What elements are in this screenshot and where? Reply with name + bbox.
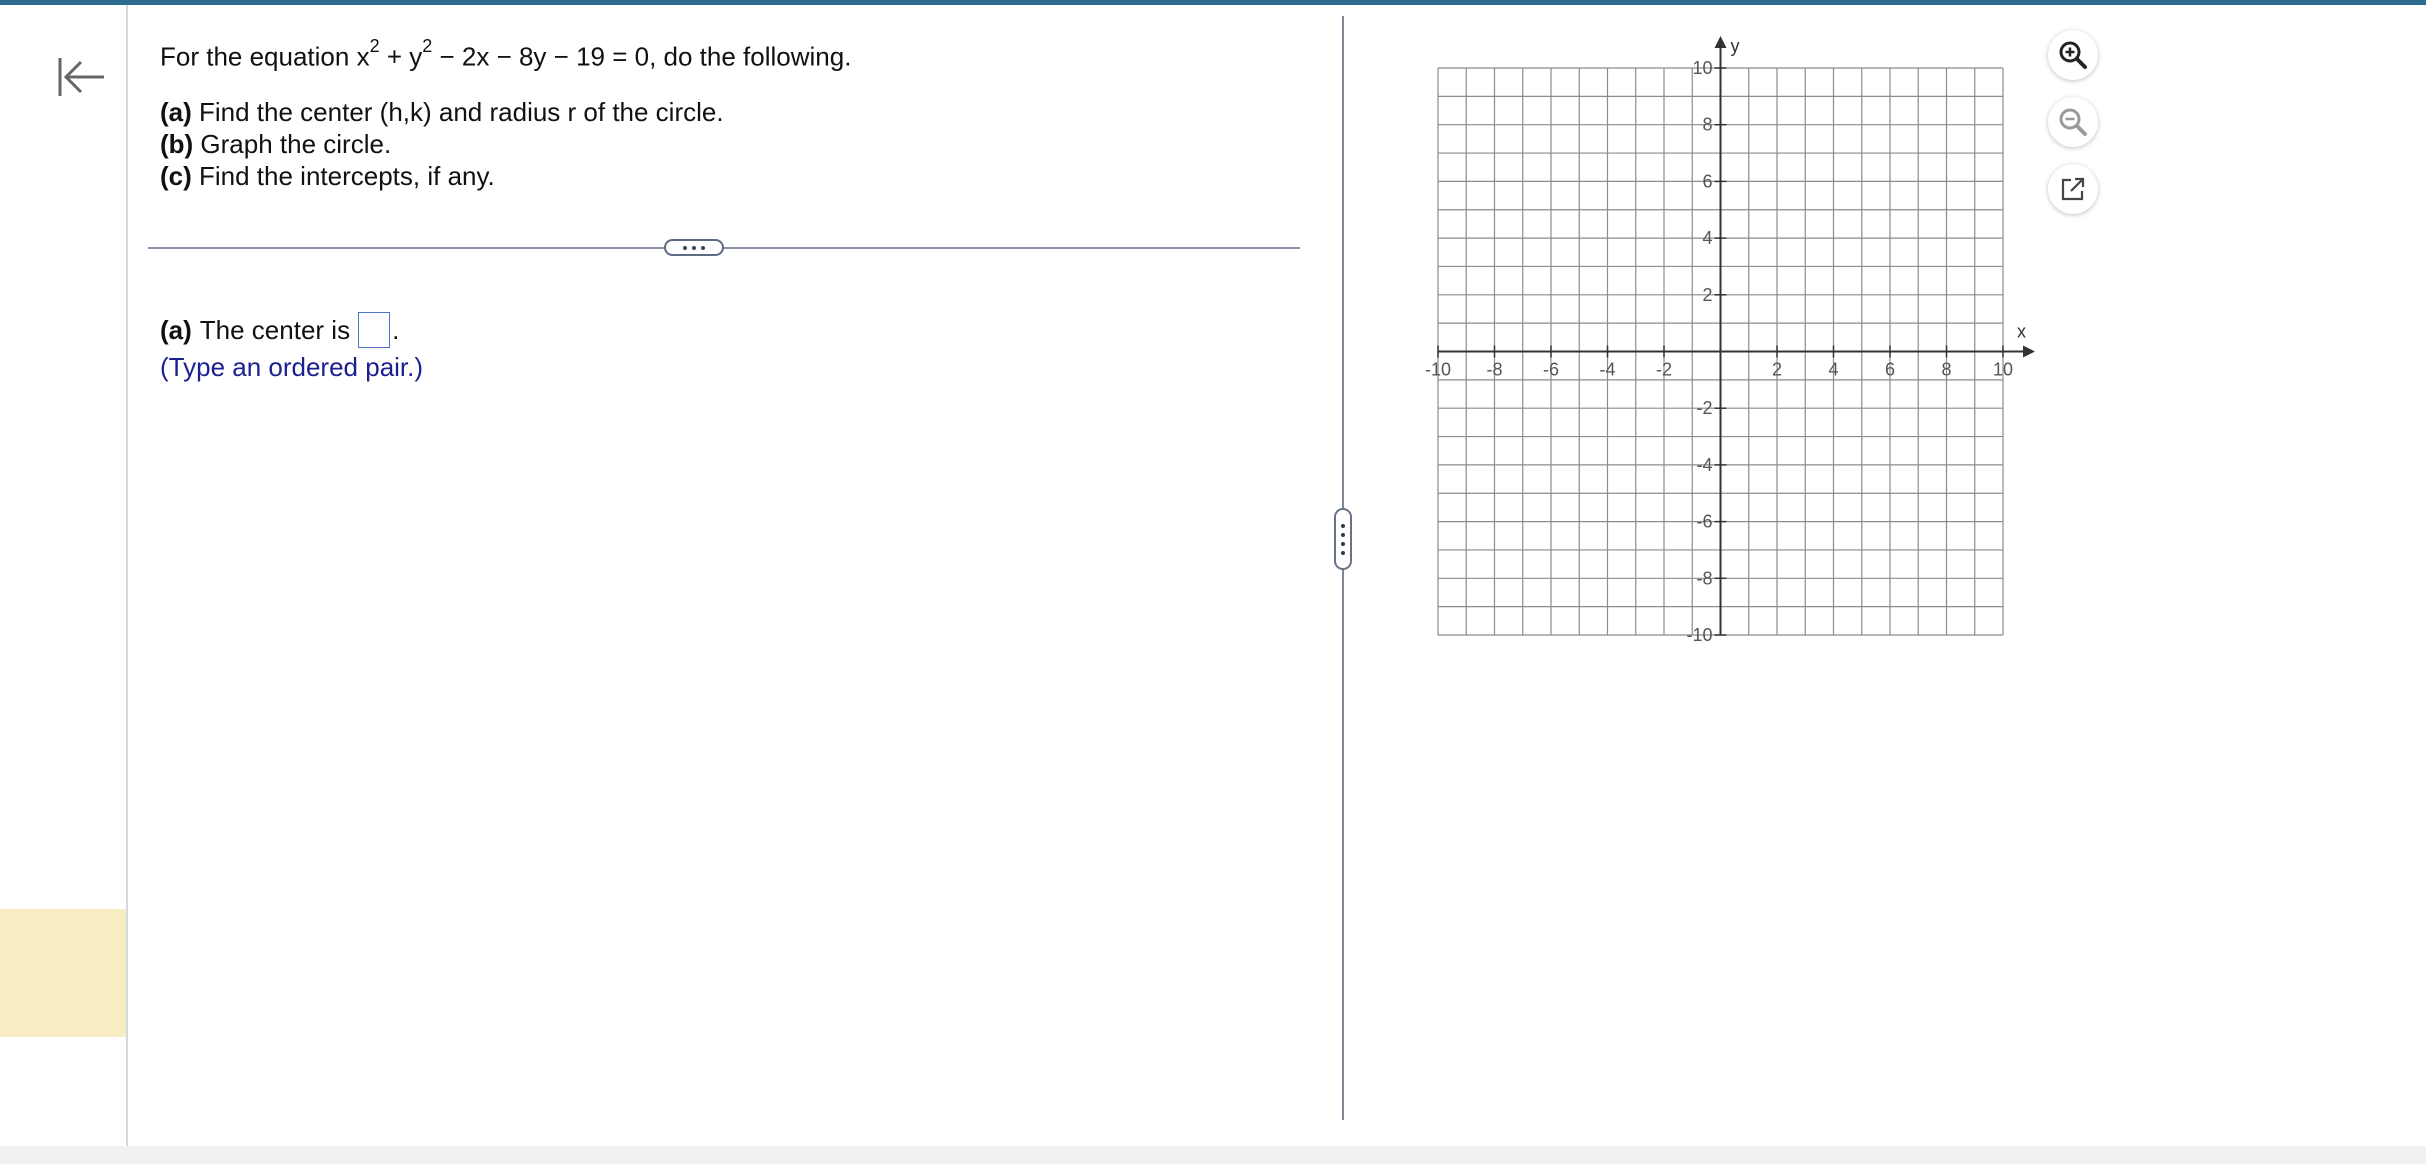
- question-mid: + y: [379, 41, 423, 72]
- zoom-out-button[interactable]: [2048, 97, 2098, 147]
- expand-more-button[interactable]: [664, 239, 724, 256]
- answer-period: .: [392, 315, 400, 345]
- x-tick-label: 2: [1772, 360, 1782, 380]
- part-b: (b) Graph the circle.: [160, 128, 724, 160]
- x-tick-label: 6: [1885, 360, 1895, 380]
- part-c: (c) Find the intercepts, if any.: [160, 160, 724, 192]
- y-tick-label: -2: [1696, 398, 1712, 418]
- left-rail: [0, 5, 128, 1146]
- zoom-in-button[interactable]: [2048, 30, 2098, 80]
- y-tick-label: 8: [1702, 115, 1712, 135]
- y-tick-label: 2: [1702, 285, 1712, 305]
- zoom-out-icon: [2059, 108, 2087, 136]
- zoom-in-icon: [2059, 41, 2087, 69]
- x-tick-label: -6: [1543, 360, 1559, 380]
- handle-dot: [1341, 541, 1345, 546]
- top-accent-bar: [0, 0, 2426, 5]
- x-tick-label: -10: [1425, 360, 1451, 380]
- y-axis-label: y: [1731, 36, 1740, 56]
- part-c-text: Find the intercepts, if any.: [191, 161, 495, 191]
- question-prefix: For the equation x: [160, 41, 370, 72]
- collapse-back-button[interactable]: [56, 55, 106, 99]
- x-tick-label: 4: [1828, 360, 1838, 380]
- part-a-text: Find the center (h,k) and radius r of th…: [191, 97, 724, 127]
- part-b-text: Graph the circle.: [193, 129, 392, 159]
- popout-button[interactable]: [2048, 164, 2098, 214]
- exponent-y: 2: [422, 36, 433, 56]
- y-tick-label: -4: [1696, 455, 1712, 475]
- x-tick-label: -4: [1599, 360, 1615, 380]
- ellipsis-dot: [701, 245, 705, 250]
- y-tick-label: -10: [1686, 625, 1712, 645]
- x-axis-label: x: [2017, 322, 2026, 342]
- x-axis-arrow: [2023, 345, 2035, 358]
- section-divider: [148, 247, 1300, 249]
- handle-dot: [1341, 523, 1345, 528]
- exponent-x: 2: [369, 36, 380, 56]
- part-a-label: (a): [160, 97, 192, 127]
- x-tick-label: -8: [1486, 360, 1502, 380]
- x-tick-label: 8: [1941, 360, 1951, 380]
- question-text: For the equation x2 + y2 − 2x − 8y − 19 …: [160, 34, 851, 73]
- y-tick-label: 10: [1692, 58, 1712, 78]
- answer-part-label: (a): [160, 315, 192, 345]
- ellipsis-dot: [692, 245, 696, 250]
- y-tick-label: 4: [1702, 228, 1712, 248]
- part-b-label: (b): [160, 129, 194, 159]
- y-tick-label: 6: [1702, 171, 1712, 191]
- part-c-label: (c): [160, 161, 192, 191]
- y-tick-label: -8: [1696, 568, 1712, 588]
- answer-row: (a) The center is .: [160, 312, 399, 348]
- part-a: (a) Find the center (h,k) and radius r o…: [160, 96, 724, 128]
- y-axis-arrow: [1714, 36, 1727, 48]
- x-tick-label: -2: [1656, 360, 1672, 380]
- x-tick-label: 10: [1993, 360, 2013, 380]
- bottom-strip: [0, 1146, 2426, 1164]
- external-link-icon: [2061, 177, 2085, 201]
- center-answer-input[interactable]: [358, 312, 391, 348]
- arrow-left-to-line-icon: [58, 58, 104, 96]
- pane-resize-handle[interactable]: [1334, 508, 1352, 570]
- current-question-marker[interactable]: [0, 909, 126, 1037]
- answer-hint: (Type an ordered pair.): [160, 352, 424, 382]
- handle-dot: [1341, 532, 1345, 537]
- answer-prompt: The center is: [199, 315, 351, 345]
- ellipsis-dot: [683, 245, 687, 250]
- question-suffix: − 2x − 8y − 19 = 0, do the following.: [432, 41, 852, 72]
- y-tick-label: -6: [1696, 512, 1712, 532]
- coordinate-graph[interactable]: x y -10 -8 -6 -4 -2 2 4 6 8 10 10 8 6 4 2 -2 -4 -6 -8 -10: [1418, 26, 2044, 656]
- question-parts: (a) Find the center (h,k) and radius r o…: [160, 96, 724, 192]
- handle-dot: [1341, 550, 1345, 555]
